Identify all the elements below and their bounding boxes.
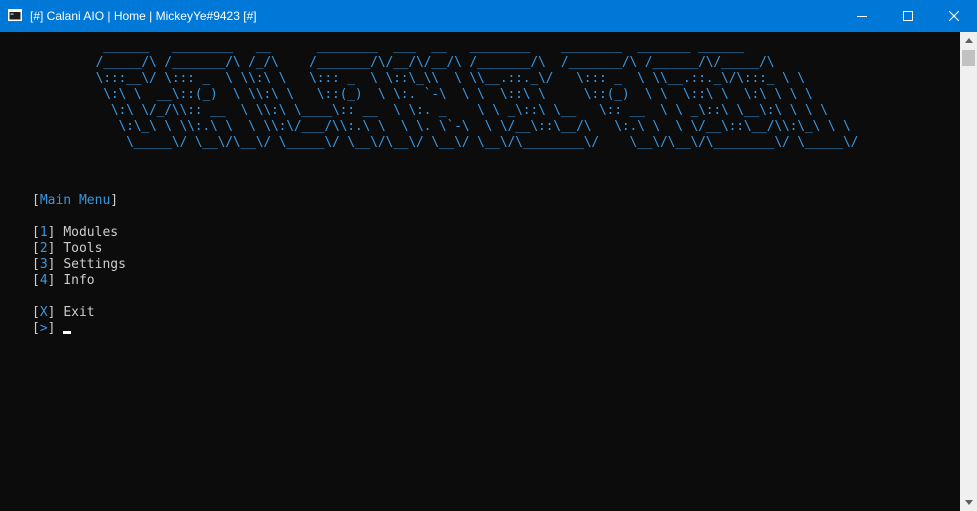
menu-item-tools: [2] Tools <box>32 241 103 256</box>
menu-key: 4 <box>39 273 48 288</box>
console-window: [#] Calani AIO | Home | MickeyYe#9423 [#… <box>0 0 977 511</box>
menu-label: Settings <box>63 257 126 272</box>
prompt-symbol: > <box>39 321 48 336</box>
ascii-banner: ______ ________ __ ________ ___ __ _____… <box>95 39 859 150</box>
menu-key: X <box>39 305 48 320</box>
menu-label: Modules <box>63 225 119 240</box>
maximize-icon <box>903 11 913 21</box>
chevron-up-icon <box>964 38 973 43</box>
close-button[interactable] <box>931 0 977 32</box>
text-cursor <box>63 331 72 334</box>
scroll-down-button[interactable] <box>960 494 977 511</box>
menu-heading: [Main Menu] <box>32 193 118 209</box>
vertical-scrollbar[interactable] <box>960 32 977 511</box>
input-prompt[interactable]: [>] <box>32 321 72 337</box>
menu-item-settings: [3] Settings <box>32 257 126 272</box>
menu-label: Tools <box>63 241 103 256</box>
menu-title: Main Menu <box>39 193 111 208</box>
heading-bracket-open: [ <box>32 193 40 208</box>
chevron-down-icon <box>964 500 973 505</box>
menu-label: Info <box>63 273 95 288</box>
minimize-icon <box>857 16 867 17</box>
scroll-thumb[interactable] <box>962 50 975 66</box>
menu-key: 3 <box>39 257 48 272</box>
menu-label: Exit <box>63 305 95 320</box>
menu-item-modules: [1] Modules <box>32 225 119 240</box>
close-icon <box>949 11 959 21</box>
menu-key: 2 <box>39 241 48 256</box>
scroll-up-button[interactable] <box>960 32 977 49</box>
minimize-button[interactable] <box>839 0 885 32</box>
menu-item-info: [4] Info <box>32 273 95 288</box>
heading-bracket-close: ] <box>110 193 119 208</box>
menu-item-exit: [X] Exit <box>32 305 95 320</box>
maximize-button[interactable] <box>885 0 931 32</box>
menu-key: 1 <box>39 225 48 240</box>
window-title: [#] Calani AIO | Home | MickeyYe#9423 [#… <box>30 9 257 23</box>
console-app-icon[interactable] <box>8 9 22 21</box>
title-bar[interactable]: [#] Calani AIO | Home | MickeyYe#9423 [#… <box>0 0 977 32</box>
console-output[interactable]: ______ ________ __ ________ ___ __ _____… <box>0 32 960 511</box>
